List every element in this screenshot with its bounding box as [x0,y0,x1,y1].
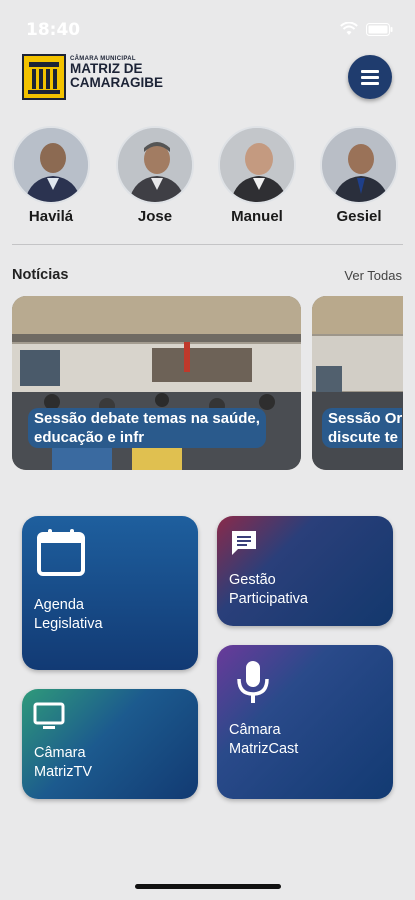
calendar-icon [37,529,85,576]
news-section-title: Notícias [12,267,69,283]
member-card[interactable]: Manuel [216,126,298,225]
status-time: 18:40 [26,20,81,40]
member-name: Jose [137,208,173,225]
tile-label-line2: MatrizTV [34,764,92,780]
member-photo [116,126,194,204]
member-name: Havilá [28,208,74,225]
tile-label: Gestão Participativa [229,571,308,609]
news-caption: Sessão debate temas na saúde, educação e… [28,408,266,448]
section-divider [12,244,403,245]
news-caption-line2: discute te [328,429,399,446]
news-card[interactable]: Sessão Or discute te [312,296,403,470]
tile-label-line2: MatrizCast [229,741,299,757]
news-caption-line2: educação e infr [34,429,145,446]
member-name: Gesiel [336,208,382,225]
news-card[interactable]: Sessão debate temas na saúde, educação e… [12,296,301,470]
member-photo [218,126,296,204]
logo-title-line1: MATRIZ DE [70,61,143,76]
battery-icon [366,22,393,36]
tile-label-line1: Gestão [229,572,276,588]
microphone-icon [237,661,269,703]
member-name: Manuel [231,208,283,225]
status-icons [340,22,393,36]
chat-icon [232,531,256,555]
member-card[interactable]: Havilá [10,126,92,225]
member-card[interactable]: Gesiel [318,126,400,225]
chamber-logo: CÂMARA MUNICIPAL MATRIZ DE CAMARAGIBE [22,54,163,102]
logo-title-line2: CAMARAGIBE [70,75,163,90]
see-all-news-link[interactable]: Ver Todas [344,268,402,283]
news-caption-line1: Sessão debate temas na saúde, [34,410,260,427]
tile-label: Câmara MatrizCast [229,721,298,759]
home-indicator[interactable] [135,884,281,889]
tile-label-line2: Participativa [229,591,308,607]
menu-button[interactable] [348,55,392,99]
camara-matrizcast-tile[interactable]: Câmara MatrizCast [217,645,393,799]
agenda-legislativa-tile[interactable]: Agenda Legislativa [22,516,198,670]
members-carousel[interactable]: Havilá Jose Manuel Gesiel [0,126,415,226]
building-icon [22,54,66,100]
member-card[interactable]: Jose [114,126,196,225]
tile-label-line1: Agenda [34,597,84,613]
news-caption: Sessão Or discute te [322,408,403,448]
tile-label-line2: Legislativa [34,616,103,632]
member-photo [320,126,398,204]
tile-label: Agenda Legislativa [34,596,103,634]
news-caption-line1: Sessão Or [328,410,403,427]
tile-label-line1: Câmara [34,745,86,761]
camara-matriztv-tile[interactable]: Câmara MatrizTV [22,689,198,799]
tv-icon [33,702,65,729]
wifi-icon [340,22,358,35]
member-photo [12,126,90,204]
tile-label-line1: Câmara [229,722,281,738]
status-bar: 18:40 [0,0,415,50]
tile-label: Câmara MatrizTV [34,744,92,782]
gestao-participativa-tile[interactable]: Gestão Participativa [217,516,393,626]
